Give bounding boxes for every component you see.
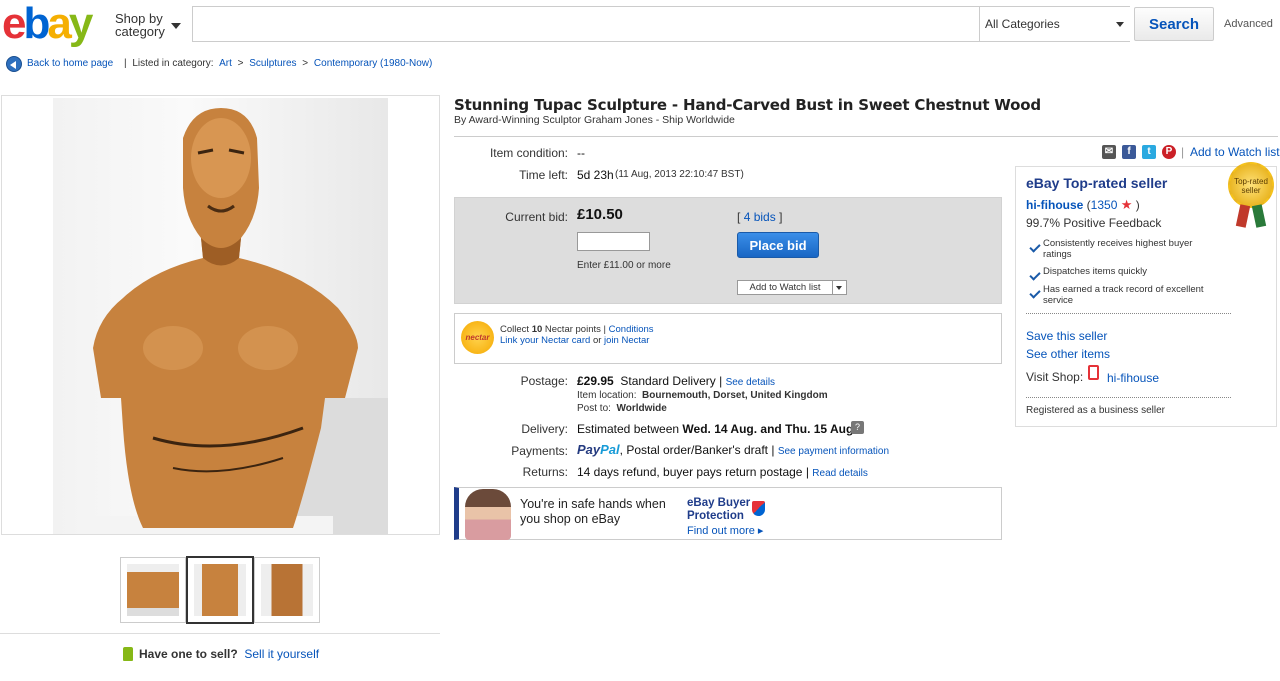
- shop-name-link[interactable]: hi-fihouse: [1107, 371, 1159, 385]
- current-bid-value: £10.50: [577, 206, 623, 223]
- back-icon[interactable]: [6, 56, 22, 72]
- listed-in-label: Listed in category:: [132, 58, 214, 69]
- payments-value: PayPal, Postal order/Banker's draft | Se…: [577, 442, 889, 457]
- divider: [454, 136, 1278, 137]
- paypal-logo-pal: Pal: [600, 442, 620, 457]
- delivery-label: Delivery:: [521, 422, 568, 436]
- seller-point-2: Dispatches items quickly: [1043, 266, 1148, 277]
- time-left-label: Time left:: [519, 168, 568, 182]
- seller-point-1: Consistently receives highest buyer rati…: [1043, 238, 1193, 260]
- seller-heading: eBay Top-rated seller: [1026, 175, 1168, 191]
- sell-question: Have one to sell?: [139, 647, 238, 661]
- time-left-value: 5d 23h: [577, 168, 614, 182]
- dotted-divider: [1026, 313, 1231, 314]
- thumbnail-2[interactable]: [186, 556, 254, 624]
- visit-shop-label: Visit Shop:: [1026, 370, 1084, 384]
- post-to: Post to: Worldwide: [577, 403, 667, 414]
- positive-feedback: 99.7% Positive Feedback: [1026, 216, 1162, 230]
- share-divider: |: [1181, 145, 1185, 159]
- email-icon[interactable]: ✉: [1102, 145, 1116, 159]
- see-details-link[interactable]: See details: [726, 377, 775, 388]
- find-out-more-link[interactable]: Find out more ▸: [687, 524, 763, 537]
- dropdown-arrow-icon[interactable]: [832, 281, 846, 294]
- facebook-icon[interactable]: f: [1122, 145, 1136, 159]
- bids-link[interactable]: 4 bids: [744, 210, 776, 224]
- join-nectar-link[interactable]: join Nectar: [604, 335, 649, 346]
- bid-hint: Enter £11.00 or more: [577, 260, 671, 271]
- pinterest-icon[interactable]: P: [1162, 145, 1176, 159]
- paypal-logo-pay: Pay: [577, 442, 601, 457]
- breadcrumb-art[interactable]: Art: [219, 58, 232, 69]
- breadcrumb-contemporary[interactable]: Contemporary (1980-Now): [314, 58, 432, 69]
- nectar-collect: Collect 10 Nectar points | Conditions: [500, 324, 654, 335]
- see-other-items-link[interactable]: See other items: [1026, 347, 1110, 361]
- condition-label: Item condition:: [489, 146, 568, 160]
- bid-count: [ 4 bids ]: [737, 210, 783, 224]
- twitter-icon[interactable]: t: [1142, 145, 1156, 159]
- protection-text: You're in safe hands when you shop on eBa…: [520, 497, 666, 526]
- registered-business: Registered as a business seller: [1026, 405, 1165, 416]
- postage-label: Postage:: [520, 374, 568, 388]
- delivery-value: Estimated between Wed. 14 Aug. and Thu. …: [577, 422, 857, 436]
- seller-name-row: hi-fihouse (1350 ★ ): [1026, 197, 1140, 212]
- seller-name-link[interactable]: hi-fihouse: [1026, 198, 1083, 212]
- see-payment-info-link[interactable]: See payment information: [778, 446, 889, 457]
- feedback-score-link[interactable]: 1350: [1091, 198, 1118, 212]
- thumbnail-1[interactable]: [120, 557, 186, 623]
- search-button[interactable]: Search: [1134, 7, 1214, 41]
- nectar-conditions-link[interactable]: Conditions: [609, 324, 654, 335]
- link-nectar-card-link[interactable]: Link your Nectar card: [500, 335, 590, 346]
- dotted-divider: [1026, 397, 1231, 398]
- add-to-watch-list-button[interactable]: Add to Watch list: [737, 280, 847, 295]
- breadcrumb: Back to home page | Listed in category: …: [27, 58, 433, 69]
- main-image-viewer[interactable]: [1, 95, 440, 535]
- bid-amount-input[interactable]: [577, 232, 650, 251]
- person-image: [465, 489, 511, 540]
- shop-by-category-button[interactable]: Shop by category: [115, 12, 181, 39]
- dropdown-arrow-icon: [1116, 22, 1124, 27]
- category-select-value: All Categories: [985, 17, 1060, 31]
- save-seller-link[interactable]: Save this seller: [1026, 329, 1107, 343]
- returns-label: Returns:: [522, 465, 568, 479]
- nectar-logo: nectar: [461, 321, 494, 354]
- nectar-links: Link your Nectar card or join Nectar: [500, 335, 650, 346]
- condition-value: --: [577, 146, 585, 160]
- item-location: Item location: Bournemouth, Dorset, Unit…: [577, 390, 828, 401]
- back-home-link[interactable]: Back to home page: [27, 58, 113, 69]
- divider: [0, 633, 440, 634]
- shop-icon[interactable]: [1088, 365, 1099, 380]
- star-icon: ★: [1120, 197, 1133, 212]
- top-rated-badge: Top-rated seller: [1228, 162, 1274, 208]
- chevron-down-icon: [171, 23, 181, 29]
- thumbnail-3[interactable]: [254, 557, 320, 623]
- category-select[interactable]: All Categories: [979, 7, 1130, 41]
- place-bid-button[interactable]: Place bid: [737, 232, 819, 258]
- category-label: category: [115, 24, 165, 39]
- payments-label: Payments:: [511, 444, 568, 458]
- check-icon: [1029, 267, 1041, 281]
- read-details-link[interactable]: Read details: [812, 468, 868, 479]
- search-input[interactable]: [193, 7, 978, 41]
- item-title: Stunning Tupac Sculpture - Hand-Carved B…: [454, 96, 1041, 114]
- shield-icon: [752, 501, 765, 516]
- add-to-watch-list-link[interactable]: Add to Watch list: [1190, 145, 1280, 159]
- postage-value: £29.95 Standard Delivery | See details: [577, 374, 776, 388]
- seller-point-3: Has earned a track record of excellent s…: [1043, 284, 1204, 306]
- protection-title: eBay Buyer Protection: [687, 497, 751, 522]
- item-photo: [53, 98, 388, 534]
- ebay-logo[interactable]: ebay: [2, 2, 93, 46]
- sell-it-yourself-link[interactable]: Sell it yourself: [244, 647, 319, 661]
- advanced-search-link[interactable]: Advanced: [1224, 18, 1273, 30]
- sell-prompt: Have one to sell? Sell it yourself: [123, 647, 319, 661]
- returns-value: 14 days refund, buyer pays return postag…: [577, 465, 868, 479]
- time-left-detail: (11 Aug, 2013 22:10:47 BST): [615, 169, 744, 180]
- breadcrumb-sculptures[interactable]: Sculptures: [249, 58, 296, 69]
- tag-icon: [123, 647, 133, 661]
- check-icon: [1029, 285, 1041, 299]
- help-icon[interactable]: ?: [851, 421, 864, 434]
- item-subtitle: By Award-Winning Sculptor Graham Jones -…: [454, 114, 735, 126]
- check-icon: [1029, 239, 1041, 253]
- current-bid-label: Current bid:: [505, 210, 568, 224]
